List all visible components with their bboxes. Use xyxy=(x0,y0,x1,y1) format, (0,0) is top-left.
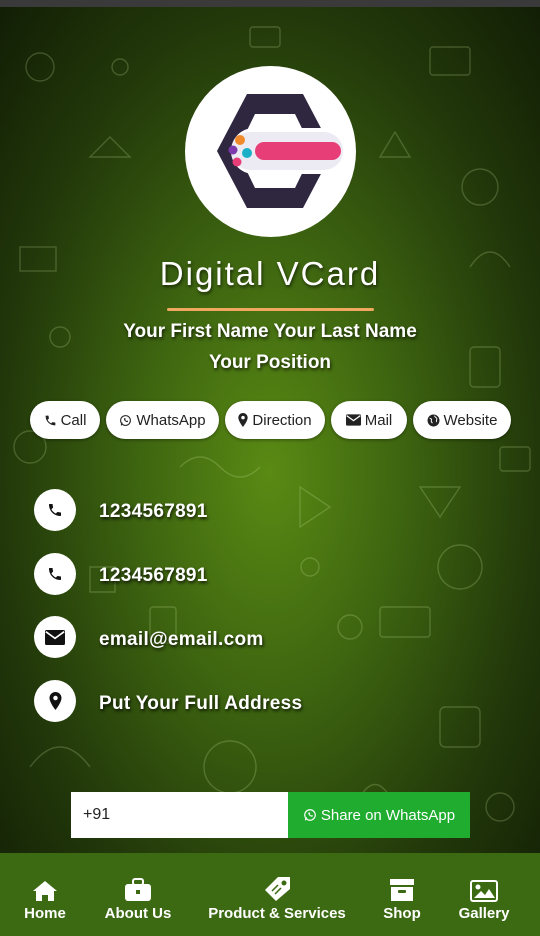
whatsapp-button[interactable]: WhatsApp xyxy=(106,401,219,439)
bottom-navbar: Home About Us Product & Services Shop Ga… xyxy=(0,853,540,936)
job-position: Your Position xyxy=(208,352,332,373)
nav-item-home[interactable]: Home xyxy=(14,853,76,936)
phone-icon xyxy=(44,414,57,427)
nav-label: Home xyxy=(24,904,66,922)
direction-button[interactable]: Direction xyxy=(225,401,325,439)
email-address[interactable]: email@email.com xyxy=(99,629,264,651)
whatsapp-button-label: WhatsApp xyxy=(136,411,206,429)
call-button-label: Call xyxy=(60,411,87,429)
archive-icon xyxy=(389,876,415,902)
status-bar xyxy=(0,0,540,7)
logo xyxy=(185,66,356,237)
share-button-label: Share on WhatsApp xyxy=(320,806,456,824)
image-icon xyxy=(470,876,498,902)
nav-label: About Us xyxy=(104,904,172,922)
page-title: Digital VCard xyxy=(159,255,381,292)
nav-item-gallery[interactable]: Gallery xyxy=(452,853,516,936)
website-button[interactable]: Website xyxy=(413,401,511,439)
phone-share-input[interactable] xyxy=(71,792,288,838)
whatsapp-icon xyxy=(119,414,132,427)
map-marker-icon xyxy=(238,413,249,427)
home-icon xyxy=(32,876,58,902)
share-on-whatsapp-button[interactable]: Share on WhatsApp xyxy=(288,792,470,838)
full-address[interactable]: Put Your Full Address xyxy=(99,693,302,715)
map-marker-icon[interactable] xyxy=(34,680,76,722)
envelope-icon xyxy=(345,414,361,426)
logo-icon xyxy=(217,94,343,208)
nav-label: Product & Services xyxy=(208,904,346,922)
title-underline xyxy=(167,308,374,311)
briefcase-icon xyxy=(124,876,152,902)
phone-number-secondary[interactable]: 1234567891 xyxy=(99,565,208,587)
full-name: Your First Name Your Last Name xyxy=(123,321,417,342)
phone-icon[interactable] xyxy=(34,553,76,595)
nav-item-shop[interactable]: Shop xyxy=(376,853,428,936)
nav-item-product-services[interactable]: Product & Services xyxy=(200,853,354,936)
nav-label: Gallery xyxy=(458,904,510,922)
call-button[interactable]: Call xyxy=(30,401,100,439)
whatsapp-icon xyxy=(303,808,317,822)
nav-label: Shop xyxy=(383,904,421,922)
envelope-icon[interactable] xyxy=(34,616,76,658)
nav-item-about-us[interactable]: About Us xyxy=(98,853,178,936)
globe-icon xyxy=(427,414,440,427)
phone-number-primary[interactable]: 1234567891 xyxy=(99,501,208,523)
website-button-label: Website xyxy=(443,411,498,429)
direction-button-label: Direction xyxy=(252,411,312,429)
mail-button[interactable]: Mail xyxy=(331,401,407,439)
mail-button-label: Mail xyxy=(364,411,393,429)
phone-icon[interactable] xyxy=(34,489,76,531)
tag-icon xyxy=(263,876,291,902)
